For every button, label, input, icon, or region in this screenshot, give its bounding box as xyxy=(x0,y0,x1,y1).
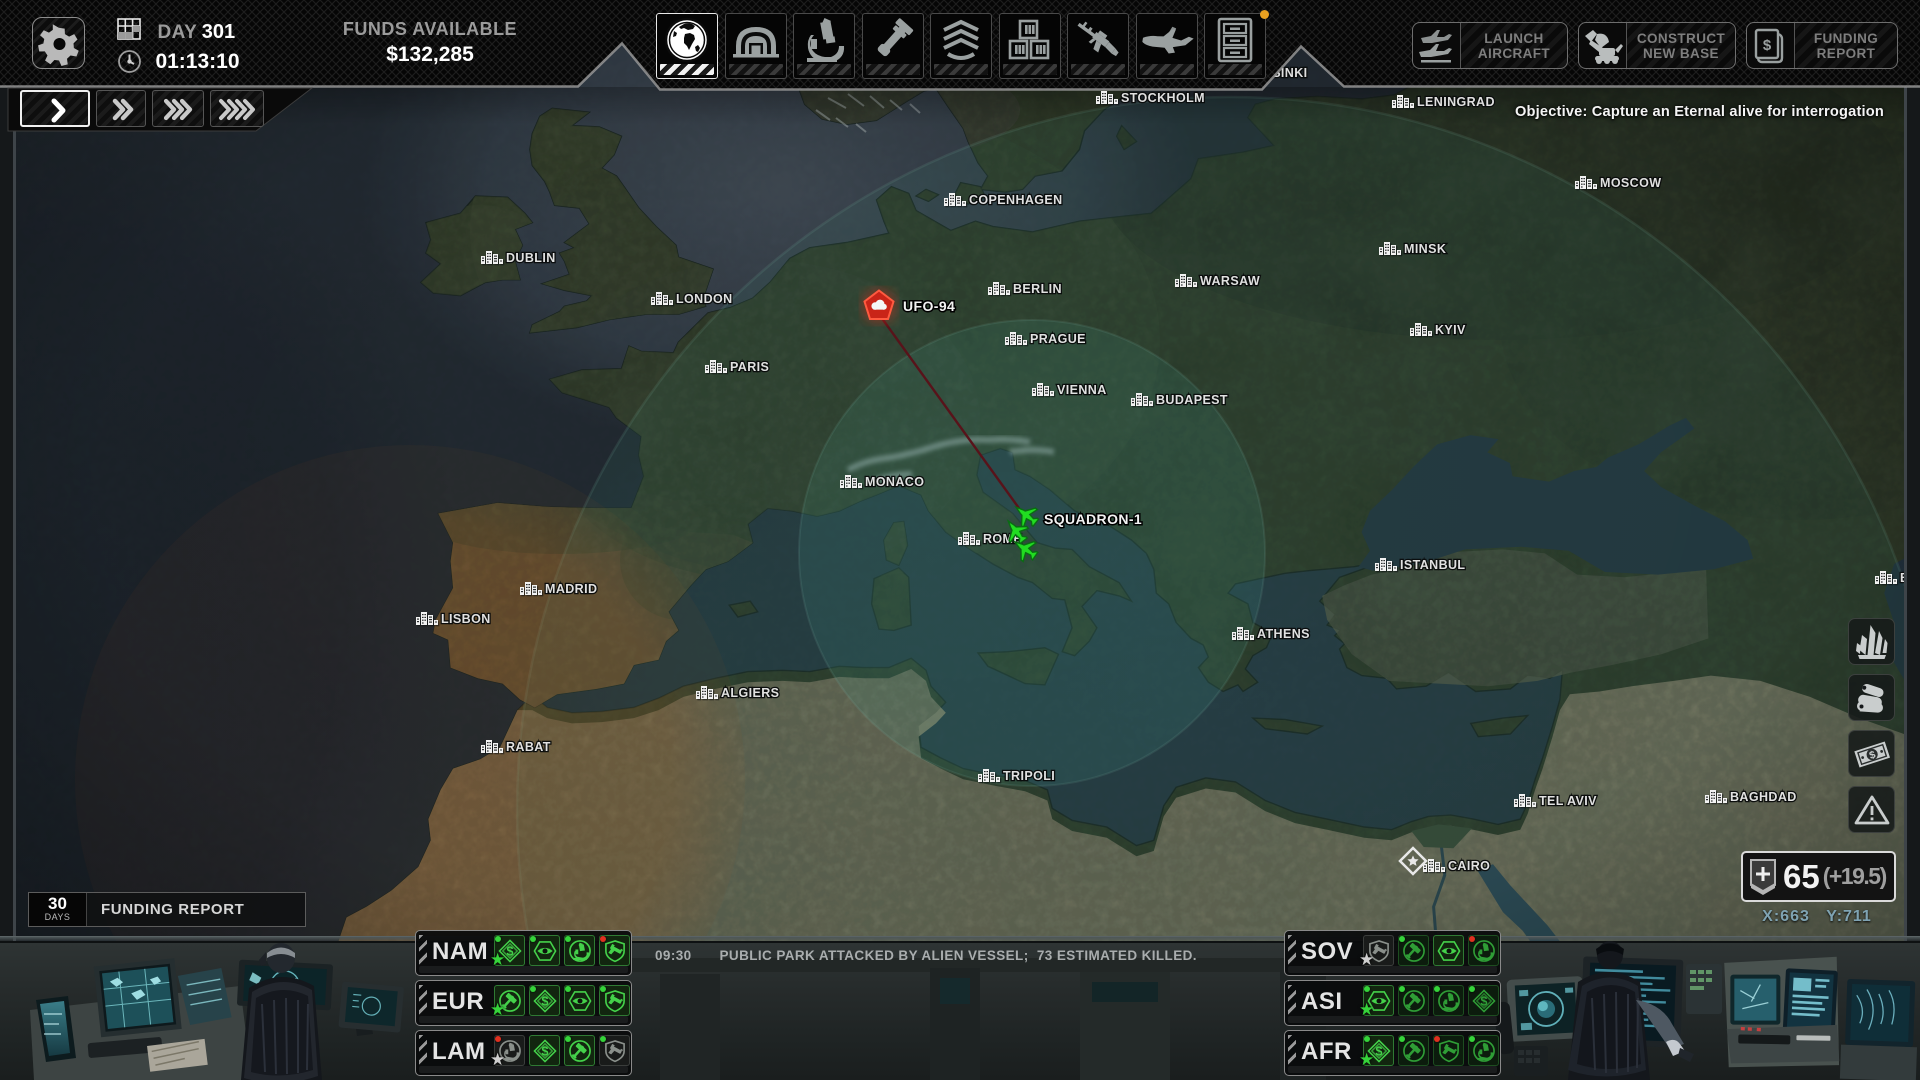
svg-text:BUDAPEST: BUDAPEST xyxy=(1156,393,1228,407)
svg-text:WARSAW: WARSAW xyxy=(1200,274,1260,288)
svg-text:CAIRO: CAIRO xyxy=(1448,859,1490,873)
svg-text:LISBON: LISBON xyxy=(441,612,491,626)
svg-text:RABAT: RABAT xyxy=(506,740,551,754)
svg-text:COPENHAGEN: COPENHAGEN xyxy=(969,193,1063,207)
svg-text:MONACO: MONACO xyxy=(865,475,924,489)
svg-text:ISTANBUL: ISTANBUL xyxy=(1400,558,1465,572)
svg-text:KYIV: KYIV xyxy=(1435,323,1466,337)
svg-text:PARIS: PARIS xyxy=(730,360,769,374)
svg-text:ATHENS: ATHENS xyxy=(1257,627,1310,641)
svg-text:BAGHDAD: BAGHDAD xyxy=(1730,790,1797,804)
svg-text:TRIPOLI: TRIPOLI xyxy=(1003,769,1055,783)
svg-text:UFO-94: UFO-94 xyxy=(903,298,955,314)
svg-text:PRAGUE: PRAGUE xyxy=(1030,332,1086,346)
svg-text:MINSK: MINSK xyxy=(1404,242,1446,256)
svg-text:MOSCOW: MOSCOW xyxy=(1600,176,1661,190)
svg-text:DUBLIN: DUBLIN xyxy=(506,251,556,265)
svg-text:SQUADRON-1: SQUADRON-1 xyxy=(1044,511,1142,527)
svg-text:LONDON: LONDON xyxy=(676,292,733,306)
svg-text:TEL AVIV: TEL AVIV xyxy=(1539,794,1597,808)
svg-text:MADRID: MADRID xyxy=(545,582,597,596)
svg-text:$: $ xyxy=(1762,37,1771,54)
svg-text:BERLIN: BERLIN xyxy=(1013,282,1062,296)
svg-text:ALGIERS: ALGIERS xyxy=(721,686,779,700)
svg-text:VIENNA: VIENNA xyxy=(1057,383,1107,397)
